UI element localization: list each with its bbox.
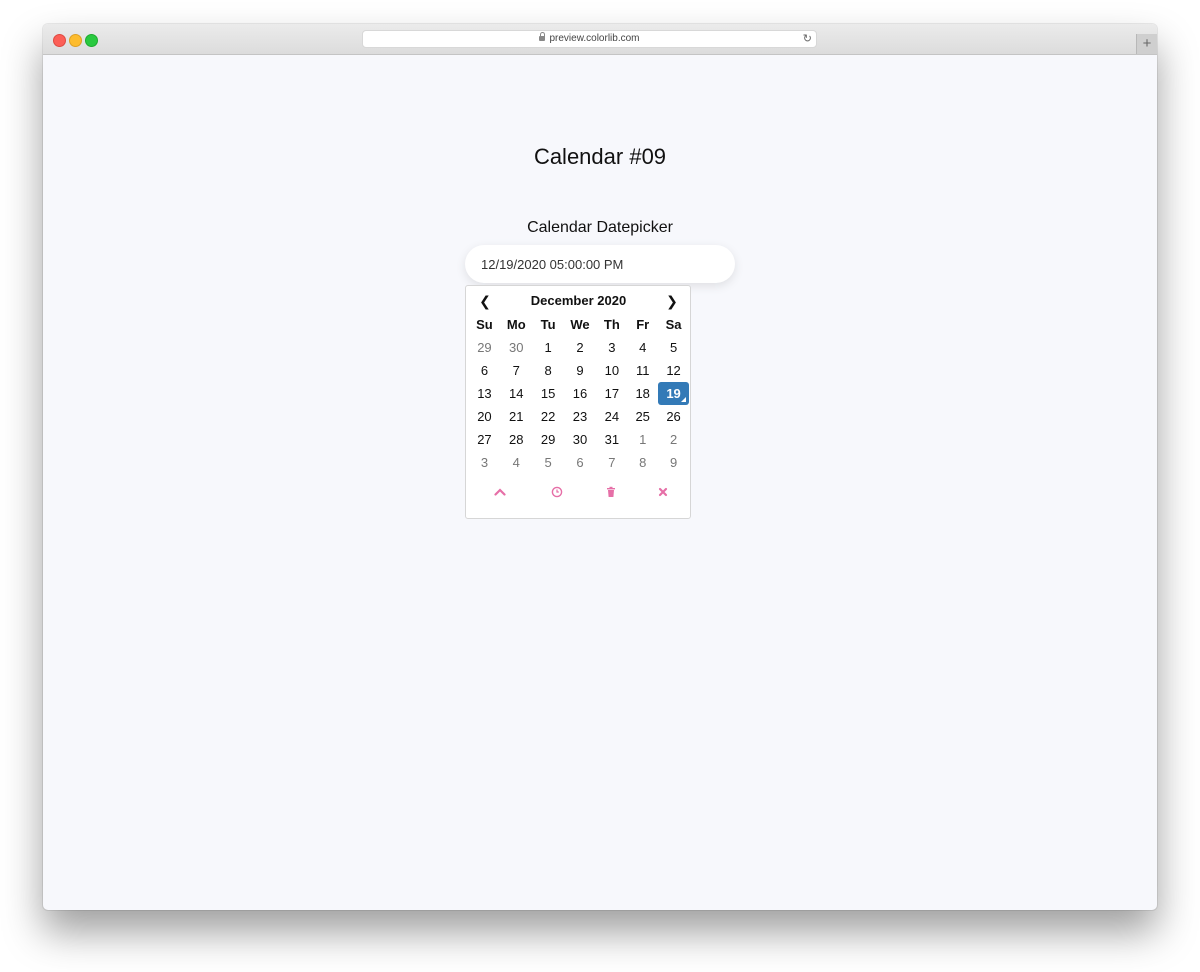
- day-cell[interactable]: 31: [596, 428, 627, 451]
- week-row: 29 30 1 2 3 4 5: [469, 336, 689, 359]
- day-cell[interactable]: 3: [596, 336, 627, 359]
- day-cell[interactable]: 4: [627, 336, 658, 359]
- day-cell[interactable]: 18: [627, 382, 658, 405]
- day-cell[interactable]: 30: [564, 428, 597, 451]
- new-tab-button[interactable]: +: [1136, 34, 1157, 54]
- date-input[interactable]: [465, 245, 735, 283]
- day-cell[interactable]: 8: [627, 451, 658, 474]
- week-row: 27 28 29 30 31 1 2: [469, 428, 689, 451]
- day-cell[interactable]: 15: [533, 382, 564, 405]
- day-cell[interactable]: 10: [596, 359, 627, 382]
- day-cell[interactable]: 29: [469, 336, 500, 359]
- reload-icon[interactable]: ↻: [803, 32, 812, 45]
- day-cell[interactable]: 3: [469, 451, 500, 474]
- weekday-header: Su: [476, 317, 493, 332]
- day-cell[interactable]: 6: [469, 359, 500, 382]
- day-cell[interactable]: 11: [627, 359, 658, 382]
- day-cell[interactable]: 7: [500, 359, 533, 382]
- day-cell[interactable]: 16: [564, 382, 597, 405]
- calendar-dropdown: ❮ December 2020 ❯ Su Mo Tu We Th Fr Sa 2…: [465, 285, 691, 519]
- day-cell[interactable]: 13: [469, 382, 500, 405]
- week-row: 13 14 15 16 17 18 19: [469, 382, 689, 405]
- day-cell[interactable]: 1: [533, 336, 564, 359]
- weekday-row: Su Mo Tu We Th Fr Sa: [469, 313, 689, 336]
- day-cell[interactable]: 29: [533, 428, 564, 451]
- week-row: 3 4 5 6 7 8 9: [469, 451, 689, 474]
- day-cell[interactable]: 9: [564, 359, 597, 382]
- address-bar[interactable]: preview.colorlib.com ↻: [362, 30, 817, 48]
- day-cell[interactable]: 6: [564, 451, 597, 474]
- url-display: preview.colorlib.com: [363, 32, 816, 44]
- minimize-window-button[interactable]: [69, 34, 82, 47]
- day-cell[interactable]: 23: [564, 405, 597, 428]
- day-cell[interactable]: 2: [564, 336, 597, 359]
- day-cell[interactable]: 8: [533, 359, 564, 382]
- day-cell[interactable]: 27: [469, 428, 500, 451]
- day-cell[interactable]: 1: [627, 428, 658, 451]
- lock-icon: [539, 32, 546, 41]
- weekday-header: Mo: [506, 317, 526, 332]
- day-cell[interactable]: 21: [500, 405, 533, 428]
- month-label[interactable]: December 2020: [501, 293, 656, 308]
- day-cell[interactable]: 26: [658, 405, 689, 428]
- day-cell[interactable]: 17: [596, 382, 627, 405]
- week-row: 6 7 8 9 10 11 12: [469, 359, 689, 382]
- close-icon[interactable]: [651, 484, 675, 504]
- day-cell[interactable]: 12: [658, 359, 689, 382]
- maximize-window-button[interactable]: [85, 34, 98, 47]
- day-cell[interactable]: 5: [658, 336, 689, 359]
- clock-icon[interactable]: [545, 484, 569, 504]
- next-month-button[interactable]: ❯: [660, 291, 684, 311]
- day-cell[interactable]: 20: [469, 405, 500, 428]
- calendar-grid: Su Mo Tu We Th Fr Sa 29 30 1 2 3 4 5 6 7…: [469, 313, 689, 474]
- day-cell[interactable]: 24: [596, 405, 627, 428]
- day-cell[interactable]: 5: [533, 451, 564, 474]
- day-cell[interactable]: 28: [500, 428, 533, 451]
- weekday-header: Sa: [665, 317, 682, 332]
- chevron-up-icon[interactable]: [488, 484, 512, 504]
- url-text: preview.colorlib.com: [549, 33, 640, 44]
- weekday-header: Th: [603, 317, 620, 332]
- day-cell[interactable]: 22: [533, 405, 564, 428]
- prev-month-button[interactable]: ❮: [473, 291, 497, 311]
- datepicker-label: Calendar Datepicker: [527, 219, 673, 236]
- week-row: 20 21 22 23 24 25 26: [469, 405, 689, 428]
- weekday-header: Tu: [540, 317, 556, 332]
- weekday-header: We: [570, 317, 590, 332]
- day-cell[interactable]: 4: [500, 451, 533, 474]
- browser-window: preview.colorlib.com ↻ + Calendar #09 Ca…: [43, 24, 1157, 910]
- day-cell[interactable]: 9: [658, 451, 689, 474]
- calendar-header: ❮ December 2020 ❯: [466, 291, 690, 311]
- day-cell[interactable]: 14: [500, 382, 533, 405]
- day-cell[interactable]: 2: [658, 428, 689, 451]
- browser-titlebar: preview.colorlib.com ↻ +: [43, 24, 1157, 55]
- close-window-button[interactable]: [53, 34, 66, 47]
- page-title: Calendar #09: [533, 144, 667, 169]
- selected-day-cell[interactable]: 19: [658, 382, 689, 405]
- day-cell[interactable]: 30: [500, 336, 533, 359]
- day-cell[interactable]: 25: [627, 405, 658, 428]
- picker-toolbar: [466, 484, 690, 504]
- day-cell[interactable]: 7: [596, 451, 627, 474]
- trash-icon[interactable]: [599, 484, 623, 504]
- weekday-header: Fr: [636, 317, 650, 332]
